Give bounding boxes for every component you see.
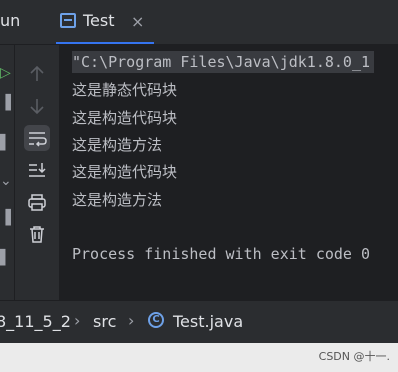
run-tool-window-header: un Test × <box>0 0 398 45</box>
tab-label: Test <box>83 11 115 30</box>
breadcrumb-file[interactable]: Test.java <box>173 312 243 331</box>
console-command-line: "C:\Program Files\Java\jdk1.8.0_1 <box>72 51 375 73</box>
chevron-right-icon: › <box>74 311 81 330</box>
console-line: 这是构造方法 <box>72 136 163 154</box>
rerun-icon[interactable]: ▷ <box>0 65 11 81</box>
console-line: 这是构造代码块 <box>72 163 178 181</box>
layout-icon[interactable]: ▐ <box>0 210 11 226</box>
stop-icon[interactable]: ▐ <box>0 95 11 111</box>
settings-icon[interactable]: ▌ <box>0 250 11 266</box>
image-footer: CSDN @十一. <box>0 343 398 372</box>
watermark: CSDN @十一. <box>318 350 390 363</box>
console-line: 这是构造代码块 <box>72 109 178 127</box>
close-icon[interactable]: × <box>131 12 144 31</box>
run-tool-title: un <box>0 11 21 30</box>
soft-wrap-icon[interactable] <box>24 125 50 151</box>
console-output[interactable]: "C:\Program Files\Java\jdk1.8.0_1 这是静态代码… <box>60 45 398 300</box>
chevron-right-icon: › <box>128 311 135 330</box>
console-toolbar <box>15 45 60 300</box>
trash-icon[interactable] <box>24 221 50 247</box>
java-class-icon: C <box>148 312 164 328</box>
console-line: 这是构造方法 <box>72 191 163 209</box>
console-line: 这是静态代码块 <box>72 81 178 99</box>
tab-test[interactable]: Test × <box>56 0 154 44</box>
pin-icon[interactable]: ⌄ <box>0 173 12 189</box>
scroll-to-end-icon[interactable] <box>24 157 50 183</box>
restore-icon[interactable]: ▌ <box>0 135 11 151</box>
breadcrumb: 8_11_5_2 › src › C Test.java <box>0 300 398 343</box>
arrow-down-icon[interactable] <box>24 93 50 119</box>
breadcrumb-project[interactable]: 8_11_5_2 <box>0 312 71 331</box>
print-icon[interactable] <box>24 189 50 215</box>
console-tab-icon <box>60 13 76 28</box>
run-actions-strip: ▷ ▐ ▌ ⌄ ▐ ▌ <box>0 45 15 300</box>
arrow-up-icon[interactable] <box>24 61 50 87</box>
breadcrumb-folder[interactable]: src <box>93 312 116 331</box>
console-exit-message: Process finished with exit code 0 <box>72 245 371 263</box>
